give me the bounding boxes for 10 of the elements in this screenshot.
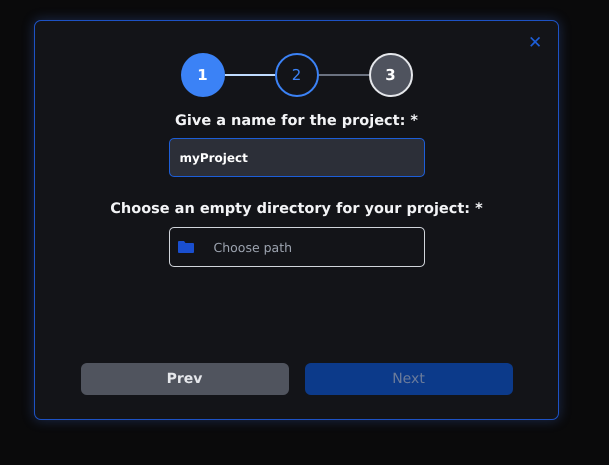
path-field[interactable]: Choose path	[168, 227, 424, 267]
field-label: Choose an empty directory for your project: *	[110, 201, 483, 217]
prev-button[interactable]: Prev	[80, 363, 288, 395]
step-indicator: 1	[180, 53, 224, 97]
step-indicator: 2	[274, 53, 318, 97]
input-field[interactable]: myProject	[168, 138, 424, 177]
folder-icon	[178, 241, 194, 253]
field-label: Give a name for the project: *	[175, 113, 418, 129]
close-button[interactable]: ✕	[526, 33, 544, 53]
step-indicator: 3	[368, 53, 412, 97]
